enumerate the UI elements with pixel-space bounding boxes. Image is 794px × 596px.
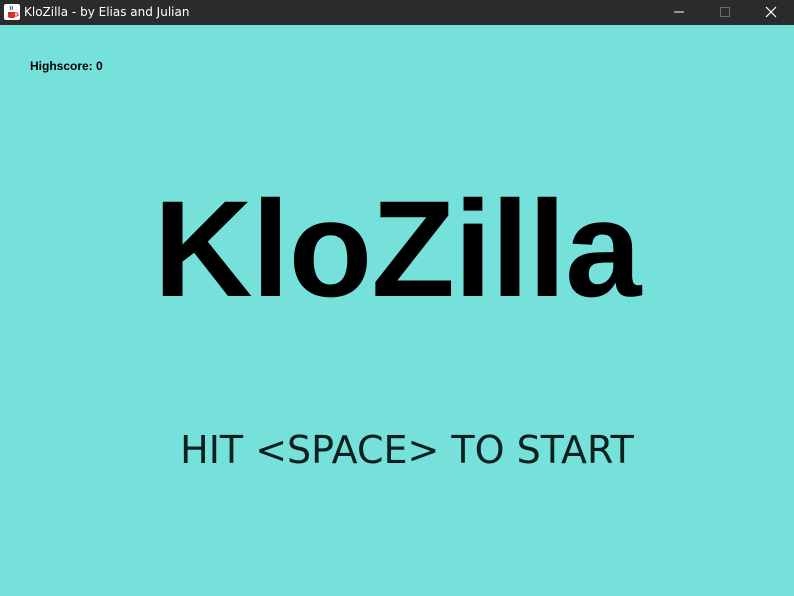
window-title: KloZilla - by Elias and Julian (24, 5, 190, 19)
highscore-value: 0 (96, 59, 103, 73)
title-bar[interactable]: KloZilla - by Elias and Julian (0, 0, 794, 25)
game-window: KloZilla - by Elias and Julian Highscore… (0, 0, 794, 596)
start-prompt: HIT <SPACE> TO START (180, 428, 634, 472)
close-button[interactable] (748, 0, 794, 25)
highscore-display: Highscore: 0 (30, 59, 103, 73)
maximize-icon (719, 3, 731, 22)
game-canvas[interactable]: Highscore: 0 KloZilla HIT <SPACE> TO STA… (0, 25, 794, 596)
maximize-button[interactable] (702, 0, 748, 25)
minimize-button[interactable] (656, 0, 702, 25)
java-coffee-cup-icon (4, 4, 20, 20)
highscore-label: Highscore: (30, 59, 93, 73)
minimize-icon (673, 3, 685, 22)
game-title: KloZilla (153, 173, 642, 326)
close-icon (765, 3, 777, 22)
